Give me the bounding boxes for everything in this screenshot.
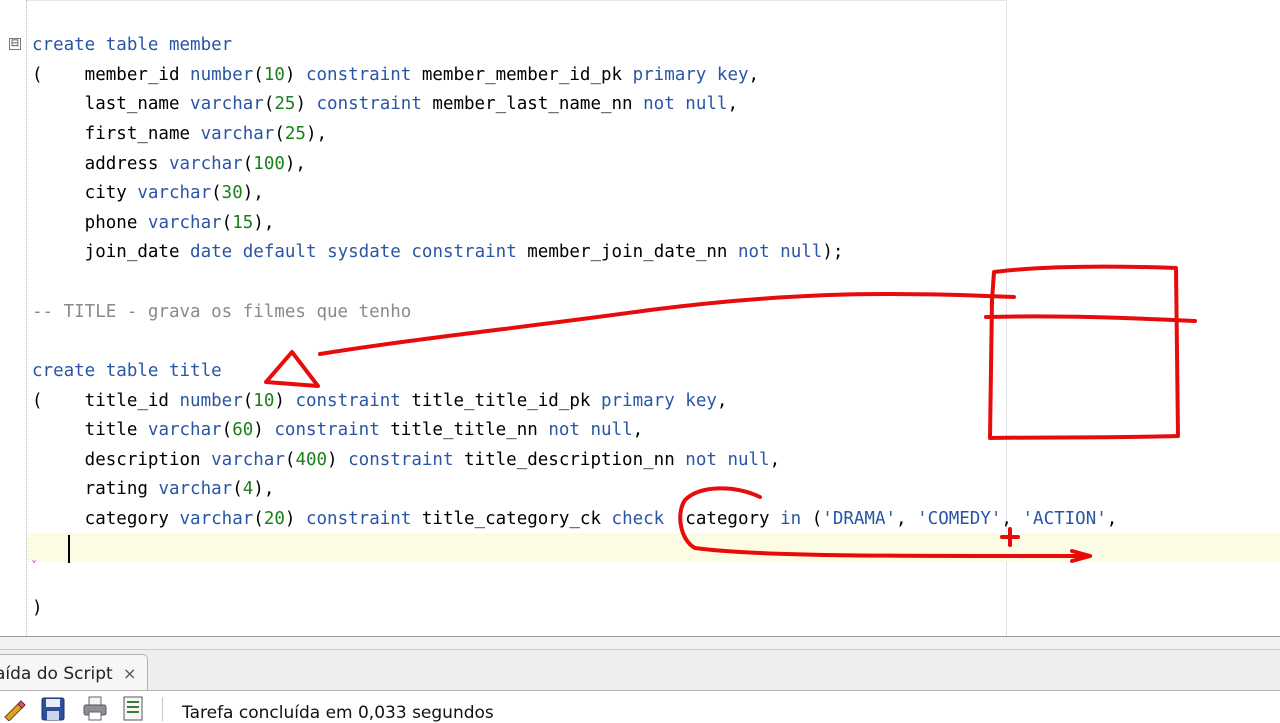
code-comment-line: -- TITLE - grava os filmes que tenho bbox=[32, 300, 411, 324]
code-line-2: ( member_id number(10) constraint member… bbox=[32, 63, 759, 87]
annotation-arrow-head bbox=[264, 350, 320, 388]
tab-script-output[interactable]: aída do Script × bbox=[0, 654, 148, 690]
save-icon[interactable] bbox=[40, 695, 66, 721]
code-line-1: create table member bbox=[32, 33, 232, 57]
code-text: create table member bbox=[32, 35, 233, 55]
code-line-11: ( title_id number(10) constraint title_t… bbox=[32, 389, 727, 413]
code-line-4: first_name varchar(25), bbox=[32, 122, 327, 146]
code-text: address varchar(100), bbox=[32, 154, 306, 174]
pencil-eraser-icon[interactable] bbox=[2, 695, 28, 721]
current-line-highlight bbox=[27, 533, 1280, 562]
code-line-14: rating varchar(4), bbox=[32, 477, 275, 501]
code-line-12: title varchar(60) constraint title_title… bbox=[32, 418, 644, 442]
panel-toolbar: Tarefa concluída em 0,033 segundos bbox=[0, 690, 1280, 723]
print-icon[interactable] bbox=[82, 695, 108, 721]
annotation-box-divider bbox=[984, 314, 1197, 323]
code-line-3: last_name varchar(25) constraint member_… bbox=[32, 92, 738, 116]
code-text: ( title_id number(10) constraint title_t… bbox=[32, 391, 728, 411]
code-line-15: category varchar(20) constraint title_ca… bbox=[32, 507, 1118, 531]
panel-splitter[interactable] bbox=[0, 636, 1280, 650]
code-text: -- TITLE - grava os filmes que tenho bbox=[32, 302, 412, 322]
text-caret bbox=[68, 535, 70, 563]
code-text: join_date date default sysdate constrain… bbox=[32, 242, 844, 262]
code-line-13: description varchar(400) constraint titl… bbox=[32, 448, 780, 472]
code-text: title varchar(60) constraint title_title… bbox=[32, 420, 644, 440]
sql-editor[interactable]: ⊟ ˬ create table member ( member_id numb… bbox=[0, 0, 1280, 636]
warning-marker-icon: ˬ bbox=[31, 549, 37, 563]
fold-toggle-icon[interactable]: ⊟ bbox=[9, 38, 21, 50]
code-text: description varchar(400) constraint titl… bbox=[32, 450, 781, 470]
close-icon[interactable]: × bbox=[123, 664, 136, 683]
code-text: first_name varchar(25), bbox=[32, 124, 328, 144]
code-line-7: phone varchar(15), bbox=[32, 211, 275, 235]
code-line-17: ) bbox=[32, 596, 43, 620]
code-text: ) bbox=[32, 598, 43, 618]
script-output-panel: aída do Script × Tarefa concluída em 0,0… bbox=[0, 650, 1280, 723]
document-icon[interactable] bbox=[120, 695, 146, 721]
code-text: category varchar(20) constraint title_ca… bbox=[32, 509, 1118, 529]
code-text: last_name varchar(25) constraint member_… bbox=[32, 94, 738, 114]
code-line-6: city varchar(30), bbox=[32, 181, 264, 205]
editor-top-border bbox=[26, 0, 1006, 1]
code-text: create table title bbox=[32, 361, 222, 381]
code-line-8: join_date date default sysdate constrain… bbox=[32, 240, 844, 264]
code-text: phone varchar(15), bbox=[32, 213, 275, 233]
code-line-10: create table title bbox=[32, 359, 222, 383]
code-text: rating varchar(4), bbox=[32, 479, 275, 499]
tab-label: aída do Script bbox=[0, 664, 113, 684]
code-text: ( member_id number(10) constraint member… bbox=[32, 65, 760, 85]
annotation-box bbox=[988, 264, 1180, 440]
status-message: Tarefa concluída em 0,033 segundos bbox=[182, 703, 494, 723]
toolbar-separator bbox=[162, 697, 163, 721]
annotation-arrow-line bbox=[318, 291, 1016, 356]
code-line-5: address varchar(100), bbox=[32, 152, 306, 176]
code-text: city varchar(30), bbox=[32, 183, 264, 203]
